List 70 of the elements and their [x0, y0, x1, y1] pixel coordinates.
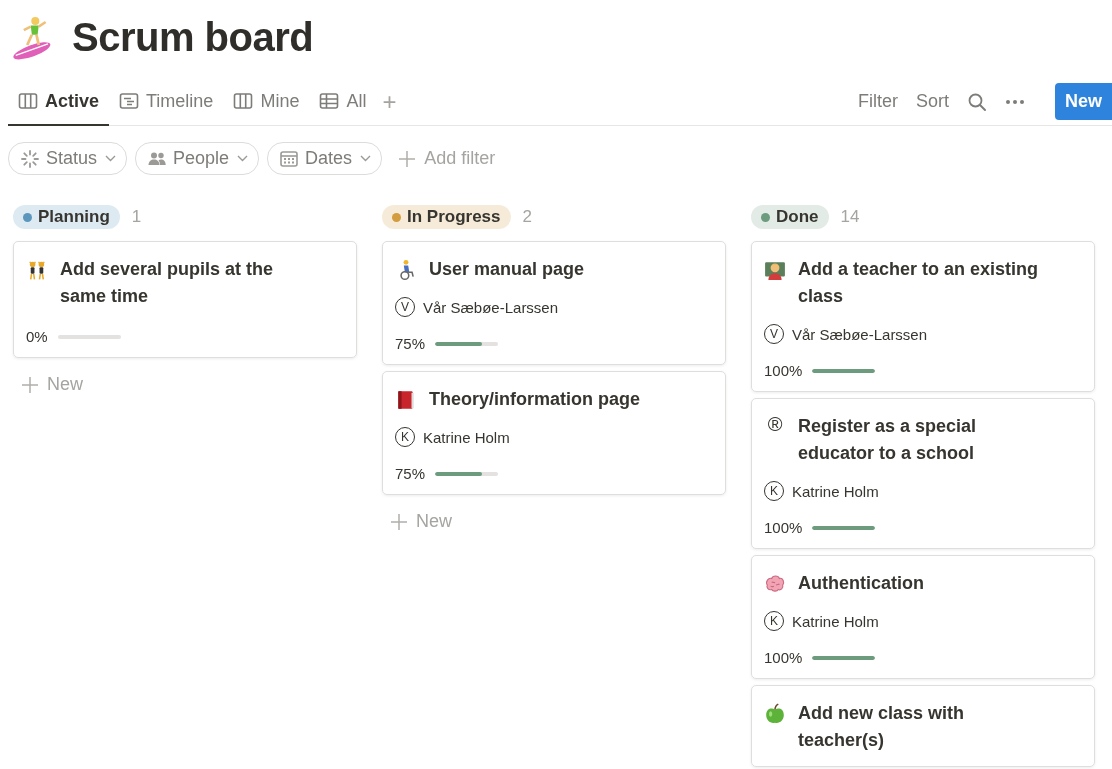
- filter-chip[interactable]: Dates: [267, 142, 383, 175]
- view-tab[interactable]: All: [309, 78, 377, 126]
- chevron-icon: [105, 155, 117, 162]
- book-icon: [395, 389, 417, 411]
- task-card[interactable]: Theory/information page K Katrine Holm 75%: [382, 371, 726, 495]
- add-view-button[interactable]: +: [376, 78, 403, 125]
- view-tab[interactable]: Active: [8, 78, 110, 126]
- loading-icon: [20, 148, 40, 169]
- progress-percent: 100%: [764, 362, 803, 379]
- add-filter-button[interactable]: Add filter: [390, 148, 496, 169]
- new-card-button[interactable]: New: [382, 501, 726, 542]
- card-title: User manual page: [429, 258, 586, 281]
- chevron-icon: [360, 155, 372, 162]
- toolbar-button[interactable]: Sort: [915, 91, 949, 112]
- card-title: Register as a special educator to a school: [798, 415, 978, 465]
- board-icon: [18, 91, 38, 111]
- calendar-icon: [279, 148, 300, 169]
- apple-icon: [764, 703, 786, 725]
- card-title: Theory/information page: [429, 388, 642, 411]
- task-card[interactable]: ® Register as a special educator to a school K Katrine Holm 100%: [751, 398, 1095, 549]
- toolbar-button[interactable]: Filter: [857, 91, 898, 112]
- plus-icon: [21, 375, 39, 394]
- status-tag: In Progress: [382, 205, 511, 229]
- new-card-button[interactable]: New: [13, 364, 357, 405]
- task-card[interactable]: Add several pupils at the same time 0%: [13, 241, 357, 358]
- board-icon: [233, 91, 254, 111]
- progress-bar: [812, 368, 876, 373]
- person-name: Katrine Holm: [792, 612, 879, 630]
- card-count: 1: [131, 207, 142, 227]
- progress-percent: 75%: [395, 335, 426, 352]
- registered-icon: ®: [764, 413, 786, 436]
- filter-chip[interactable]: Status: [8, 142, 128, 175]
- person-name: Vår Sæbøe-Larssen: [423, 298, 559, 316]
- person-name: Vår Sæbøe-Larssen: [792, 325, 928, 343]
- person-name: Katrine Holm: [792, 482, 879, 500]
- view-tab[interactable]: Mine: [223, 78, 310, 126]
- table-icon: [319, 91, 340, 111]
- status-tag: Planning: [13, 205, 120, 229]
- task-card[interactable]: User manual page V Vår Sæbøe-Larssen 75%: [382, 241, 726, 365]
- task-card[interactable]: Authentication K Katrine Holm 100%: [751, 555, 1095, 679]
- new-button[interactable]: New: [1055, 83, 1112, 120]
- status-tag: Done: [751, 205, 829, 229]
- card-count: 2: [522, 207, 532, 227]
- progress-percent: 100%: [764, 649, 803, 666]
- task-card[interactable]: Add a teacher to an existing class V Vår Sæbøe-Larssen 100%: [751, 241, 1095, 392]
- card-title: Add a teacher to an existing class: [798, 258, 1040, 308]
- page-title: Scrum board: [72, 14, 314, 60]
- card-title: Authentication: [798, 572, 925, 595]
- card-title: Add several pupils at the same time: [60, 258, 275, 308]
- search-icon[interactable]: [967, 91, 987, 112]
- card-title: Add new class with teacher(s): [798, 702, 966, 752]
- plus-icon: [398, 149, 417, 168]
- progress-bar: [435, 341, 499, 346]
- person-name: Katrine Holm: [423, 428, 510, 446]
- filter-chip[interactable]: People: [135, 142, 260, 175]
- progress-bar: [812, 655, 876, 660]
- plus-icon: [390, 512, 408, 531]
- timeline-icon: [119, 91, 140, 111]
- teacher-icon: [764, 259, 786, 281]
- progress-percent: 75%: [395, 465, 426, 482]
- progress-percent: 0%: [26, 328, 48, 345]
- progress-bar: [812, 525, 876, 530]
- task-card[interactable]: Add new class with teacher(s): [751, 685, 1095, 767]
- more-icon[interactable]: [1005, 98, 1025, 105]
- view-tab[interactable]: Timeline: [109, 78, 224, 126]
- brain-icon: [764, 573, 786, 595]
- chevron-icon: [237, 155, 249, 162]
- card-count: 14: [840, 207, 860, 227]
- progress-bar: [435, 471, 499, 476]
- progress-percent: 100%: [764, 519, 803, 536]
